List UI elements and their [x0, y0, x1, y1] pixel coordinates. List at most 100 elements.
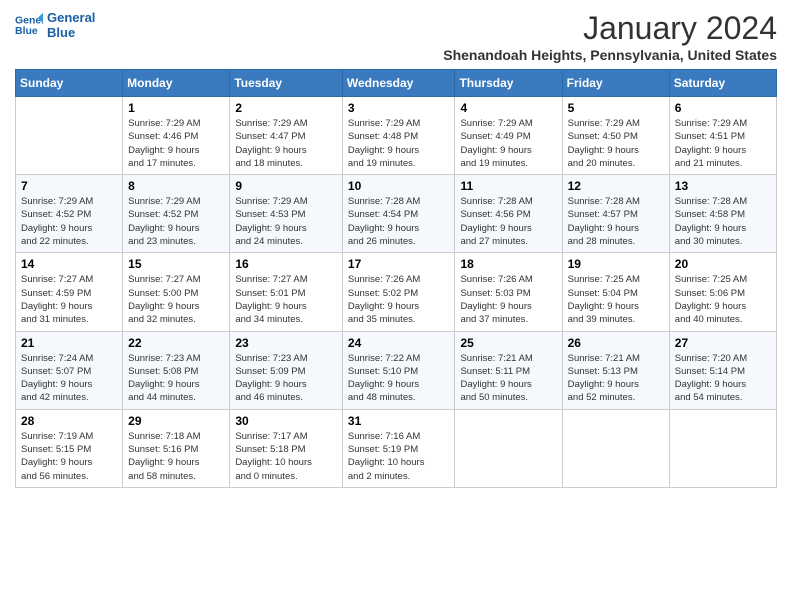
day-number: 1: [128, 101, 224, 115]
day-cell: 29Sunrise: 7:18 AM Sunset: 5:16 PM Dayli…: [123, 409, 230, 487]
day-cell: 18 Sunrise: 7:26 AM Sunset: 5:03 PM Dayli…: [455, 253, 562, 331]
month-title: January 2024: [443, 10, 777, 47]
day-number: 15: [128, 257, 224, 271]
day-cell: 3 Sunrise: 7:29 AM Sunset: 4:48 PM Daylig…: [342, 97, 455, 175]
day-number: 11: [460, 179, 556, 193]
day-info: Sunrise: 7:25 AM Sunset: 5:04 PM Dayligh…: [568, 273, 664, 326]
day-header-saturday: Saturday: [669, 70, 776, 97]
day-number: 9: [235, 179, 337, 193]
header: General Blue General Blue January 2024 S…: [15, 10, 777, 63]
day-number: 4: [460, 101, 556, 115]
day-number: 19: [568, 257, 664, 271]
day-cell: 6 Sunrise: 7:29 AM Sunset: 4:51 PM Daylig…: [669, 97, 776, 175]
day-info: Sunrise: 7:19 AM Sunset: 5:15 PM Dayligh…: [21, 430, 117, 483]
day-header-thursday: Thursday: [455, 70, 562, 97]
day-number: 8: [128, 179, 224, 193]
calendar-body: 1 Sunrise: 7:29 AM Sunset: 4:46 PM Daylig…: [16, 97, 777, 488]
day-cell: 28 Sunrise: 7:19 AM Sunset: 5:15 PM Dayli…: [16, 409, 123, 487]
day-cell: 7 Sunrise: 7:29 AM Sunset: 4:52 PM Daylig…: [16, 175, 123, 253]
day-number: 14: [21, 257, 117, 271]
day-cell: 24 Sunrise: 7:22 AM Sunset: 5:10 PM Dayli…: [342, 331, 455, 409]
day-number: 23: [235, 336, 337, 350]
week-row-1: 7 Sunrise: 7:29 AM Sunset: 4:52 PM Daylig…: [16, 175, 777, 253]
day-info: Sunrise: 7:24 AM Sunset: 5:07 PM Dayligh…: [21, 352, 117, 405]
day-number: 13: [675, 179, 771, 193]
day-number: 31: [348, 414, 450, 428]
day-cell: 10 Sunrise: 7:28 AM Sunset: 4:54 PM Dayli…: [342, 175, 455, 253]
calendar-header-row: SundayMondayTuesdayWednesdayThursdayFrid…: [16, 70, 777, 97]
day-cell: 4 Sunrise: 7:29 AM Sunset: 4:49 PM Daylig…: [455, 97, 562, 175]
day-info: Sunrise: 7:29 AM Sunset: 4:47 PM Dayligh…: [235, 117, 337, 170]
day-info: Sunrise: 7:18 AM Sunset: 5:16 PM Dayligh…: [128, 430, 224, 483]
day-cell: [562, 409, 669, 487]
day-cell: 13 Sunrise: 7:28 AM Sunset: 4:58 PM Dayli…: [669, 175, 776, 253]
day-info: Sunrise: 7:20 AM Sunset: 5:14 PM Dayligh…: [675, 352, 771, 405]
week-row-3: 21Sunrise: 7:24 AM Sunset: 5:07 PM Dayli…: [16, 331, 777, 409]
logo: General Blue General Blue: [15, 10, 95, 40]
logo-line2: Blue: [47, 25, 95, 40]
day-number: 20: [675, 257, 771, 271]
day-cell: 5 Sunrise: 7:29 AM Sunset: 4:50 PM Daylig…: [562, 97, 669, 175]
day-cell: 1 Sunrise: 7:29 AM Sunset: 4:46 PM Daylig…: [123, 97, 230, 175]
day-cell: [455, 409, 562, 487]
day-number: 28: [21, 414, 117, 428]
day-number: 2: [235, 101, 337, 115]
day-info: Sunrise: 7:28 AM Sunset: 4:54 PM Dayligh…: [348, 195, 450, 248]
day-number: 27: [675, 336, 771, 350]
week-row-4: 28 Sunrise: 7:19 AM Sunset: 5:15 PM Dayli…: [16, 409, 777, 487]
day-cell: 2 Sunrise: 7:29 AM Sunset: 4:47 PM Daylig…: [230, 97, 343, 175]
day-info: Sunrise: 7:29 AM Sunset: 4:50 PM Dayligh…: [568, 117, 664, 170]
day-number: 5: [568, 101, 664, 115]
day-number: 24: [348, 336, 450, 350]
day-header-tuesday: Tuesday: [230, 70, 343, 97]
day-number: 10: [348, 179, 450, 193]
day-number: 6: [675, 101, 771, 115]
day-number: 22: [128, 336, 224, 350]
day-number: 17: [348, 257, 450, 271]
day-cell: [669, 409, 776, 487]
day-info: Sunrise: 7:21 AM Sunset: 5:13 PM Dayligh…: [568, 352, 664, 405]
day-info: Sunrise: 7:17 AM Sunset: 5:18 PM Dayligh…: [235, 430, 337, 483]
day-info: Sunrise: 7:27 AM Sunset: 5:01 PM Dayligh…: [235, 273, 337, 326]
day-info: Sunrise: 7:29 AM Sunset: 4:49 PM Dayligh…: [460, 117, 556, 170]
day-info: Sunrise: 7:23 AM Sunset: 5:08 PM Dayligh…: [128, 352, 224, 405]
day-info: Sunrise: 7:28 AM Sunset: 4:56 PM Dayligh…: [460, 195, 556, 248]
logo-line1: General: [47, 10, 95, 25]
day-number: 26: [568, 336, 664, 350]
day-info: Sunrise: 7:29 AM Sunset: 4:51 PM Dayligh…: [675, 117, 771, 170]
day-cell: 11 Sunrise: 7:28 AM Sunset: 4:56 PM Dayli…: [455, 175, 562, 253]
day-number: 30: [235, 414, 337, 428]
day-cell: 17Sunrise: 7:26 AM Sunset: 5:02 PM Dayli…: [342, 253, 455, 331]
day-number: 3: [348, 101, 450, 115]
day-info: Sunrise: 7:26 AM Sunset: 5:03 PM Dayligh…: [460, 273, 556, 326]
day-info: Sunrise: 7:16 AM Sunset: 5:19 PM Dayligh…: [348, 430, 450, 483]
day-info: Sunrise: 7:28 AM Sunset: 4:58 PM Dayligh…: [675, 195, 771, 248]
day-info: Sunrise: 7:29 AM Sunset: 4:53 PM Dayligh…: [235, 195, 337, 248]
day-info: Sunrise: 7:29 AM Sunset: 4:46 PM Dayligh…: [128, 117, 224, 170]
day-cell: 8 Sunrise: 7:29 AM Sunset: 4:52 PM Daylig…: [123, 175, 230, 253]
day-cell: 25 Sunrise: 7:21 AM Sunset: 5:11 PM Dayli…: [455, 331, 562, 409]
svg-text:Blue: Blue: [15, 25, 38, 37]
day-info: Sunrise: 7:27 AM Sunset: 4:59 PM Dayligh…: [21, 273, 117, 326]
day-number: 7: [21, 179, 117, 193]
day-cell: [16, 97, 123, 175]
day-info: Sunrise: 7:29 AM Sunset: 4:48 PM Dayligh…: [348, 117, 450, 170]
day-info: Sunrise: 7:21 AM Sunset: 5:11 PM Dayligh…: [460, 352, 556, 405]
day-cell: 23Sunrise: 7:23 AM Sunset: 5:09 PM Dayli…: [230, 331, 343, 409]
day-cell: 12Sunrise: 7:28 AM Sunset: 4:57 PM Dayli…: [562, 175, 669, 253]
day-cell: 19 Sunrise: 7:25 AM Sunset: 5:04 PM Dayli…: [562, 253, 669, 331]
week-row-2: 14 Sunrise: 7:27 AM Sunset: 4:59 PM Dayli…: [16, 253, 777, 331]
day-cell: 9 Sunrise: 7:29 AM Sunset: 4:53 PM Daylig…: [230, 175, 343, 253]
day-cell: 22 Sunrise: 7:23 AM Sunset: 5:08 PM Dayli…: [123, 331, 230, 409]
day-info: Sunrise: 7:22 AM Sunset: 5:10 PM Dayligh…: [348, 352, 450, 405]
subtitle: Shenandoah Heights, Pennsylvania, United…: [443, 47, 777, 63]
day-info: Sunrise: 7:29 AM Sunset: 4:52 PM Dayligh…: [128, 195, 224, 248]
title-area: January 2024 Shenandoah Heights, Pennsyl…: [443, 10, 777, 63]
day-number: 25: [460, 336, 556, 350]
day-cell: 26 Sunrise: 7:21 AM Sunset: 5:13 PM Dayli…: [562, 331, 669, 409]
day-header-friday: Friday: [562, 70, 669, 97]
day-info: Sunrise: 7:29 AM Sunset: 4:52 PM Dayligh…: [21, 195, 117, 248]
day-header-monday: Monday: [123, 70, 230, 97]
day-cell: 30 Sunrise: 7:17 AM Sunset: 5:18 PM Dayli…: [230, 409, 343, 487]
day-number: 18: [460, 257, 556, 271]
